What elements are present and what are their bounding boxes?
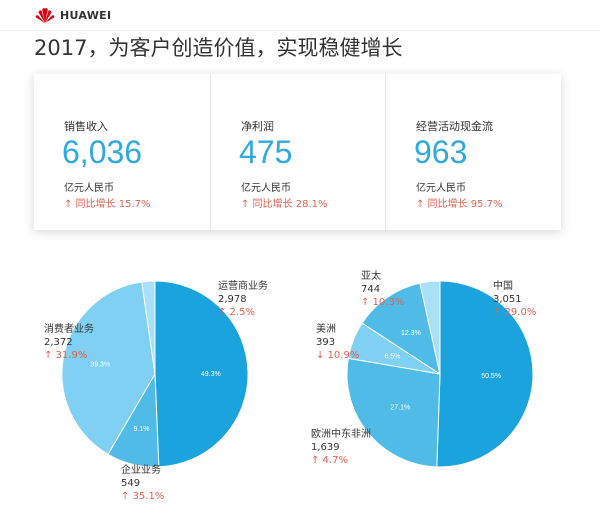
callout-value: 3,051 [493,294,522,305]
callout-change: ↑ 4.7% [311,455,348,466]
callout-name: 企业业务 [121,465,161,476]
slice-label: 6.5% [384,353,400,360]
callout-value: 393 [316,337,336,348]
slice-label: 12.3% [401,330,421,337]
callout-asia-pacific: 亚太 744 ↑ 10.3% [361,270,404,309]
callout-name: 中国 [493,281,513,292]
slice-label: 49.3% [201,371,221,378]
callout-china: 中国 3,051 ↑ 29.0% [493,280,536,319]
callout-change: ↑ 35.1% [121,491,165,502]
callout-name: 亚太 [361,271,381,282]
slice-label: 27.1% [390,404,410,411]
callout-emea: 欧洲中东非洲 1,639 ↑ 4.7% [311,428,371,467]
callout-name: 运营商业务 [218,281,268,292]
slice-label: 50.5% [481,373,501,380]
slice-label: 39.3% [90,361,110,368]
callout-name: 欧洲中东非洲 [311,429,371,440]
callout-change: ↑ 10.3% [361,297,405,308]
callout-enterprise-business: 企业业务 549 ↑ 35.1% [121,464,164,503]
pie-charts: 49.3% 9.1% 39.3% 50.5% 27.1% 6.5% 12.3% [61,280,534,468]
callout-consumer-business: 消费者业务 2,372 ↑ 31.9% [44,323,94,362]
callout-name: 消费者业务 [44,324,94,335]
callout-value: 1,639 [311,442,340,453]
callout-value: 549 [121,478,141,489]
callout-change: ↑ 29.0% [493,307,537,318]
callout-americas: 美洲 393 ↓ 10.9% [316,323,359,362]
callout-change: ↑ 2.5% [218,307,255,318]
callout-value: 2,372 [44,337,73,348]
callout-change: ↑ 31.9% [44,350,88,361]
callout-value: 2,978 [218,294,247,305]
callout-change: ↓ 10.9% [316,350,360,361]
callout-value: 744 [361,284,381,295]
callout-name: 美洲 [316,324,336,335]
callout-carrier-business: 运营商业务 2,978 ↑ 2.5% [218,280,268,319]
slice-label: 9.1% [134,426,150,433]
